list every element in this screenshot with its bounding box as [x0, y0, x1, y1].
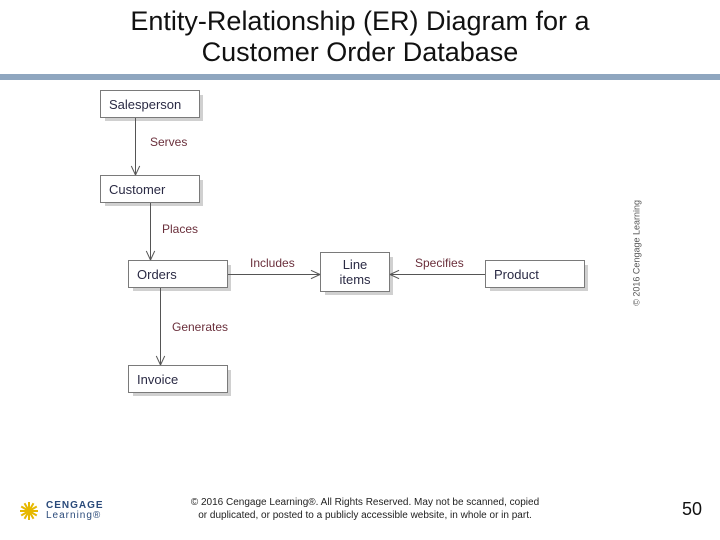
connector-line — [228, 274, 320, 275]
relationship-includes: Includes — [250, 256, 295, 270]
entity-product: Product — [485, 260, 585, 288]
relationship-generates: Generates — [172, 320, 228, 334]
side-copyright: © 2016 Cengage Learning — [632, 200, 642, 306]
logo-bottom: Learning® — [46, 511, 104, 521]
crowfoot-icon — [129, 165, 141, 175]
footer-line-2: or duplicated, or posted to a publicly a… — [198, 510, 532, 521]
logo-burst-icon — [18, 500, 40, 522]
connector-line — [390, 274, 485, 275]
title-line-1: Entity-Relationship (ER) Diagram for a — [130, 6, 589, 36]
entity-line-items: Line items — [320, 252, 390, 292]
footer-line-1: © 2016 Cengage Learning®. All Rights Res… — [191, 497, 539, 508]
entity-invoice: Invoice — [128, 365, 228, 393]
crowfoot-icon — [310, 268, 320, 280]
relationship-serves: Serves — [150, 135, 187, 149]
entity-label: Customer — [109, 182, 165, 197]
entity-label: Invoice — [137, 372, 178, 387]
entity-salesperson: Salesperson — [100, 90, 200, 118]
logo-text: CENGAGE Learning® — [46, 501, 104, 521]
connector-line — [160, 288, 161, 365]
relationship-specifies: Specifies — [415, 256, 464, 270]
title-line-2: Customer Order Database — [202, 37, 519, 67]
slide-title: Entity-Relationship (ER) Diagram for a C… — [0, 0, 720, 74]
entity-label-l2: items — [339, 272, 370, 287]
crowfoot-icon — [390, 268, 400, 280]
entity-orders: Orders — [128, 260, 228, 288]
relationship-places: Places — [162, 222, 198, 236]
footer-copyright: © 2016 Cengage Learning®. All Rights Res… — [150, 497, 580, 522]
page-number: 50 — [682, 499, 702, 520]
crowfoot-icon — [154, 355, 166, 365]
er-diagram: Salesperson Customer Orders Invoice Line… — [0, 80, 720, 460]
entity-label: Salesperson — [109, 97, 181, 112]
entity-customer: Customer — [100, 175, 200, 203]
entity-label: Orders — [137, 267, 177, 282]
entity-label-l1: Line — [343, 257, 368, 272]
entity-label: Product — [494, 267, 539, 282]
crowfoot-icon — [144, 250, 156, 260]
cengage-logo: CENGAGE Learning® — [18, 500, 104, 522]
